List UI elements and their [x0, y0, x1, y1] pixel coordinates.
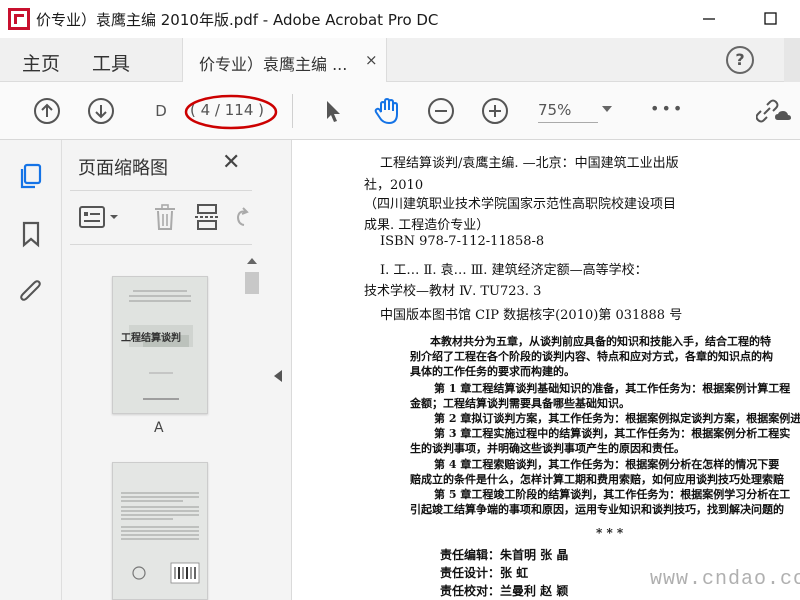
thumbnail-panel: 页面缩略图 ✕ 工程结算谈判 A	[62, 140, 266, 600]
thumbnail-book-title: 工程结算谈判	[121, 333, 181, 344]
zoom-in-icon[interactable]	[480, 96, 510, 126]
page-count-annotation-ellipse	[184, 94, 278, 130]
title-bar: 价专业）袁鹰主编 2010年版.pdf - Adobe Acrobat Pro …	[0, 0, 800, 38]
page-number-input[interactable]: D	[142, 96, 180, 126]
next-page-icon[interactable]	[86, 96, 116, 126]
doc-line: （四川建筑职业技术学院国家示范性高职院校建设项目	[364, 197, 677, 212]
attachment-icon[interactable]	[17, 278, 45, 306]
thumbnail-label: A	[154, 420, 164, 436]
doc-line: 第 4 章工程索赔谈判，其工作任务为：根据案例分析在怎样的情况下要	[434, 458, 780, 471]
doc-line: 具体的工作任务的要求而构建的。	[410, 365, 575, 378]
page-thumbnail[interactable]	[112, 462, 208, 600]
doc-line: 别介绍了工程在各个阶段的谈判内容、特点和应对方式，各章的知识点的构	[410, 350, 773, 363]
tabbar-scrollbar[interactable]	[784, 38, 800, 82]
doc-line: 责任设计：张 虹	[440, 566, 529, 580]
tab-home[interactable]: 主页	[22, 49, 60, 76]
page-thumbnails-icon[interactable]	[17, 162, 45, 190]
select-cursor-icon[interactable]	[318, 96, 348, 126]
doc-line: 金额；工程结算谈判需要具备哪些基础知识。	[410, 397, 630, 410]
doc-line: ISBN 978-7-112-11858-8	[380, 234, 545, 249]
toolbar-divider	[292, 94, 293, 128]
doc-line: 赔成立的条件是什么，怎样计算工期和费用索赔，如何应用谈判技巧处理索赔	[410, 473, 784, 486]
doc-line: 第 1 章工程结算谈判基础知识的准备，其工作任务为：根据案例计算工程	[434, 382, 791, 395]
panel-divider	[70, 190, 252, 191]
doc-line: 社，2010	[364, 178, 424, 193]
app-logo-icon	[8, 8, 30, 30]
toolbar: D ( 4 / 114 ) 75% •••	[0, 82, 800, 140]
zoom-level[interactable]: 75%	[538, 101, 598, 123]
doc-line: Ⅰ. 工… Ⅱ. 袁… Ⅲ. 建筑经济定额—高等学校：	[380, 263, 648, 278]
page-thumbnail[interactable]: 工程结算谈判	[112, 276, 208, 414]
doc-line: 成果. 工程造价专业）	[364, 218, 490, 233]
doc-line: 工程结算谈判/袁鹰主编. —北京：中国建筑工业出版	[380, 156, 679, 171]
doc-line: 技术学校—教材 Ⅳ. TU723. 3	[364, 284, 542, 299]
doc-line: 责任校对：兰曼利 赵 颖	[440, 584, 569, 598]
panel-title: 页面缩略图	[78, 158, 168, 179]
delete-page-icon[interactable]	[150, 202, 180, 232]
tab-bar: 主页 工具 价专业）袁鹰主编 ... × ?	[0, 38, 800, 82]
doc-line: 生的谈判事项，并明确这些谈判事项产生的原因和责任。	[410, 442, 685, 455]
minimize-icon[interactable]	[695, 6, 723, 32]
doc-line: 中国版本图书馆 CIP 数据核字(2010)第 031888 号	[380, 308, 683, 323]
zoom-out-icon[interactable]	[426, 96, 456, 126]
help-button[interactable]: ?	[726, 46, 754, 74]
doc-line: 责任编辑：朱首明 张 晶	[440, 548, 569, 562]
doc-line: 引起竣工结算争端的事项和原因，运用专业知识和谈判技巧，找到解决问题的	[410, 503, 784, 516]
tab-tools[interactable]: 工具	[92, 49, 130, 76]
more-tools-icon[interactable]: •••	[650, 99, 684, 118]
document-tab-label: 价专业）袁鹰主编 ...	[199, 55, 348, 74]
previous-page-icon[interactable]	[32, 96, 62, 126]
document-page[interactable]: 工程结算谈判/袁鹰主编. —北京：中国建筑工业出版 社，2010 （四川建筑职业…	[292, 140, 800, 600]
doc-line: 第 5 章工程竣工阶段的结算谈判，其工作任务为：根据案例学习分析在工	[434, 488, 791, 501]
watermark: www.cndao.com	[650, 568, 800, 591]
left-icon-rail	[0, 140, 62, 600]
thumbnail-options-icon[interactable]	[78, 202, 124, 232]
extract-page-icon[interactable]	[192, 202, 222, 232]
chevron-down-icon[interactable]	[602, 106, 612, 112]
rotate-page-icon[interactable]	[230, 202, 250, 232]
share-link-icon[interactable]	[756, 96, 792, 126]
doc-line: 本教材共分为五章，从谈判前应具备的知识和技能入手，结合工程的特	[430, 335, 771, 348]
panel-collapse-handle[interactable]	[266, 140, 292, 600]
bookmark-icon[interactable]	[17, 220, 45, 248]
doc-line: 第 2 章拟订谈判方案，其工作任务为：根据案例拟定谈判方案，根据案例进	[434, 412, 800, 425]
doc-separator: * * *	[596, 526, 624, 540]
book-cover-image	[113, 277, 207, 413]
tab-document[interactable]: 价专业）袁鹰主编 ... ×	[182, 38, 387, 82]
scrollbar-thumb[interactable]	[245, 272, 259, 294]
close-tab-icon[interactable]: ×	[365, 51, 378, 69]
copyright-page-image	[113, 463, 207, 599]
window-title: 价专业）袁鹰主编 2010年版.pdf - Adobe Acrobat Pro …	[36, 11, 439, 29]
panel-divider	[70, 244, 252, 245]
maximize-icon[interactable]	[756, 6, 784, 32]
chevron-left-icon[interactable]	[274, 370, 282, 382]
hand-tool-icon[interactable]	[372, 96, 402, 126]
close-panel-icon[interactable]: ✕	[222, 150, 240, 175]
doc-line: 第 3 章工程实施过程中的结算谈判，其工作任务为：根据案例分析工程实	[434, 427, 791, 440]
panel-scrollbar[interactable]	[242, 250, 262, 600]
